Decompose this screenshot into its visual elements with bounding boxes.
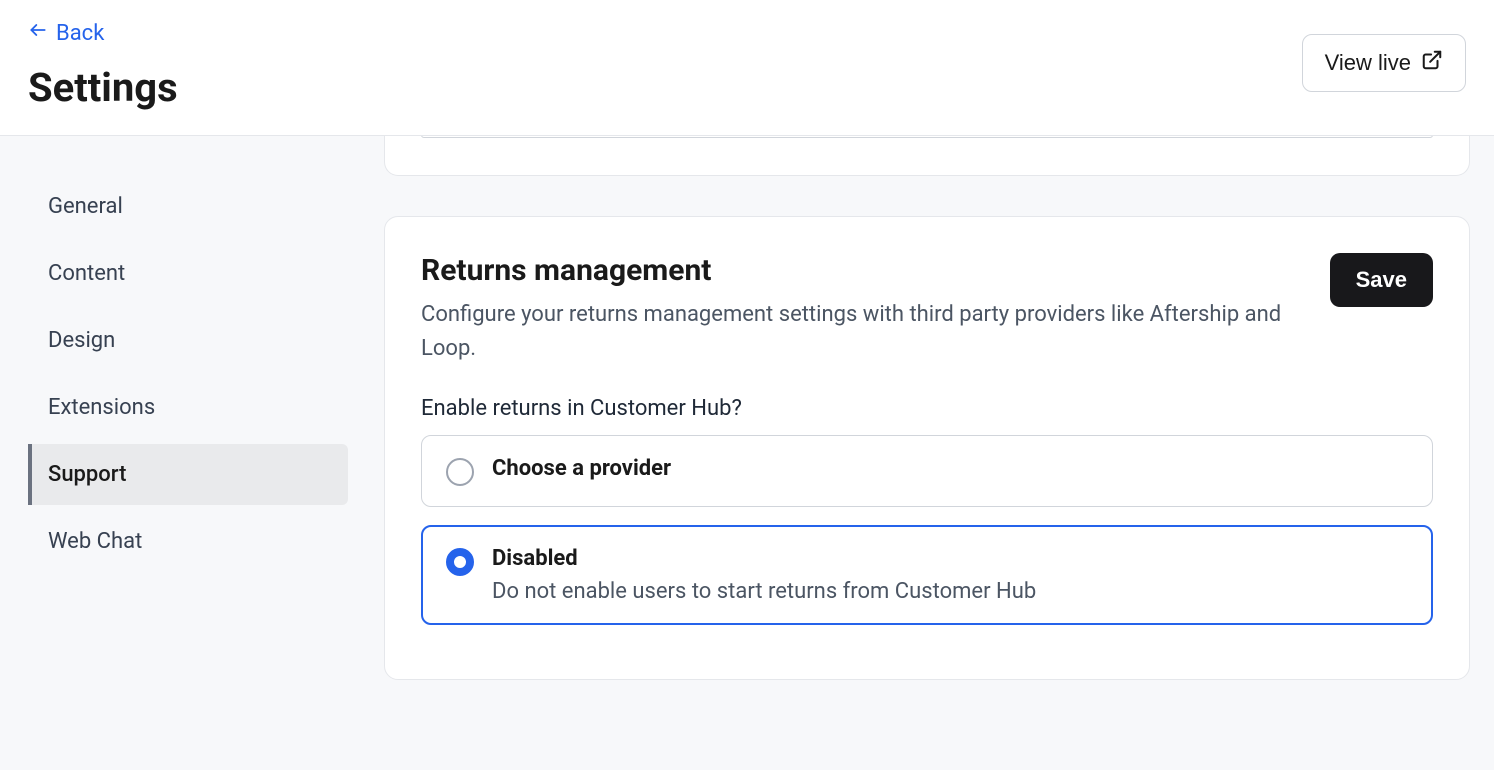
sidebar-item-label: Design: [48, 328, 115, 353]
radio-title: Disabled: [492, 546, 578, 571]
sidebar-item-content[interactable]: Content: [28, 243, 348, 304]
radio-icon: [446, 548, 474, 576]
card-header-text: Returns management Configure your return…: [421, 253, 1310, 366]
previous-card-bottom: [384, 136, 1470, 176]
page-header: Back Settings View live: [0, 0, 1494, 136]
enable-returns-label: Enable returns in Customer Hub?: [421, 396, 1433, 421]
sidebar-item-label: Support: [48, 462, 126, 487]
radio-icon: [446, 458, 474, 486]
back-link-label: Back: [56, 21, 104, 46]
view-live-label: View live: [1325, 50, 1411, 76]
radio-option-choose-provider[interactable]: Choose a provider: [421, 435, 1433, 507]
radio-title: Choose a provider: [492, 456, 671, 481]
radio-description: Do not enable users to start returns fro…: [492, 579, 1408, 604]
sidebar-item-label: Web Chat: [48, 529, 142, 554]
page-body: General Content Design Extensions Suppor…: [0, 136, 1494, 770]
view-live-button[interactable]: View live: [1302, 34, 1466, 92]
sidebar-item-label: Extensions: [48, 395, 155, 420]
radio-text: Choose a provider: [492, 456, 1408, 481]
sidebar-item-web-chat[interactable]: Web Chat: [28, 511, 348, 572]
save-button[interactable]: Save: [1330, 253, 1433, 307]
arrow-left-icon: [28, 20, 48, 46]
settings-sidebar: General Content Design Extensions Suppor…: [0, 136, 360, 770]
external-link-icon: [1421, 49, 1443, 77]
card-header: Returns management Configure your return…: [421, 253, 1433, 366]
sidebar-item-label: General: [48, 194, 123, 219]
page-title: Settings: [28, 64, 1466, 111]
back-link[interactable]: Back: [28, 20, 104, 46]
returns-management-card: Returns management Configure your return…: [384, 216, 1470, 680]
main-content: Returns management Configure your return…: [360, 136, 1494, 770]
sidebar-item-support[interactable]: Support: [28, 444, 348, 505]
sidebar-item-extensions[interactable]: Extensions: [28, 377, 348, 438]
card-description: Configure your returns management settin…: [421, 298, 1310, 366]
sidebar-item-label: Content: [48, 261, 125, 286]
radio-text: Disabled Do not enable users to start re…: [492, 546, 1408, 604]
sidebar-item-design[interactable]: Design: [28, 310, 348, 371]
sidebar-item-general[interactable]: General: [28, 176, 348, 237]
radio-option-disabled[interactable]: Disabled Do not enable users to start re…: [421, 525, 1433, 625]
card-title: Returns management: [421, 253, 1310, 288]
